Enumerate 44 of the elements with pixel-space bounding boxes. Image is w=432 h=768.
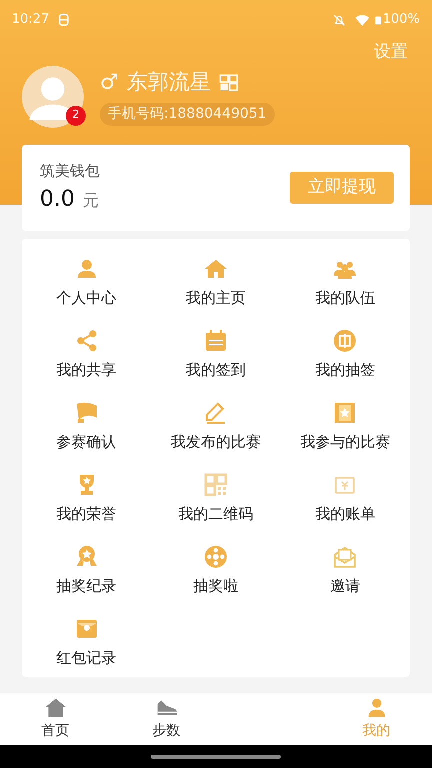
gender-symbol: ♂ [100,69,119,96]
mute-icon [332,12,347,28]
home-indicator[interactable] [151,754,281,758]
menu-item[interactable]: 我的共享 [22,319,152,391]
avatar[interactable]: 2 [22,66,84,128]
pencil-icon [204,400,228,425]
menu-item[interactable]: 个人中心 [22,247,152,319]
star-banner-icon [333,400,358,425]
menu-item[interactable]: 我参与的比赛 [280,391,410,463]
qr-code-icon [204,472,228,497]
house-icon [44,696,68,718]
menu-item[interactable]: 我的签到 [151,319,281,391]
user-name: 东郭流星 [126,69,211,96]
wallet-title: 筑美钱包 [40,161,100,182]
wifi-icon [354,12,370,28]
menu-item[interactable]: 我的主页 [151,247,281,319]
coin-icon [333,328,358,353]
wheel-icon [204,544,228,569]
menu-item[interactable]: 我的抽签 [280,319,410,391]
balance-amount: 0.0 [40,186,75,214]
menu-item[interactable]: 邀请 [280,535,410,607]
status-time: 10:27 [12,11,50,30]
share-icon [74,328,99,353]
menu-item[interactable]: 抽奖啦 [151,535,281,607]
phone-number: 手机号码:18880449051 [100,102,275,126]
notification-badge: 2 [66,106,86,126]
menu-item[interactable]: 我的账单 [280,463,410,535]
menu-item[interactable]: 我的二维码 [151,463,281,535]
menu-item[interactable]: 抽奖纪录 [22,535,152,607]
battery-level: 100% [382,11,420,30]
currency-unit: 元 [83,190,99,212]
menu-item[interactable]: 我的荣誉 [22,463,152,535]
flag-icon [74,400,99,425]
menu-item[interactable]: 我发布的比赛 [151,391,281,463]
menu-item[interactable]: 红包记录 [22,607,152,679]
menu-item[interactable]: 参赛确认 [22,391,152,463]
tab[interactable]: 首页 [0,693,111,745]
level-icon [218,73,239,93]
medal-icon [74,544,99,569]
calendar-icon [204,328,228,353]
envelope-icon [333,544,358,569]
sim-icon [57,13,72,27]
menu-item[interactable]: 我的队伍 [280,247,410,319]
tab[interactable]: 步数 [111,693,222,745]
